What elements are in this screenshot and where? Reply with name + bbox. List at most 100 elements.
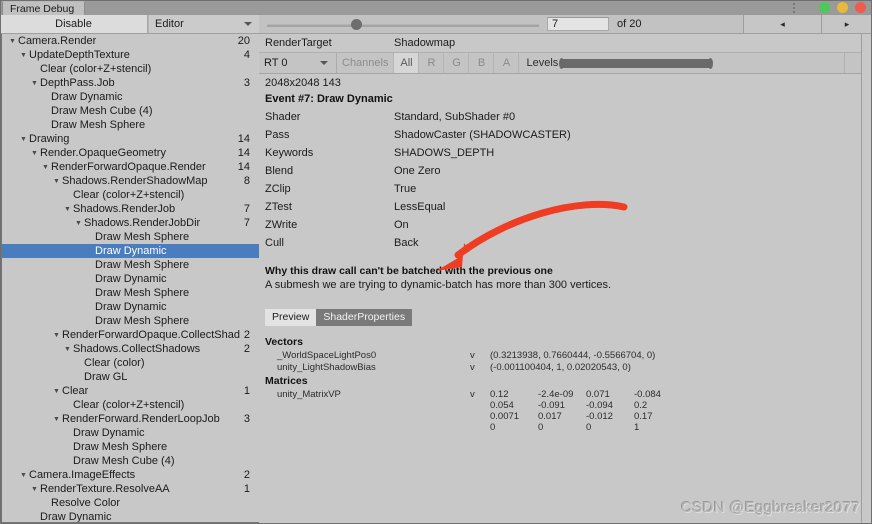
channel-button-all[interactable]: All	[394, 53, 420, 73]
event-slider[interactable]	[259, 15, 547, 33]
expander-triangle-icon[interactable]: ▼	[62, 342, 73, 357]
tree-row[interactable]: ▼ RenderForwardOpaque.CollectShad 2	[2, 328, 259, 342]
event-index-input[interactable]: 7	[547, 17, 609, 31]
window-close-button[interactable]	[855, 2, 866, 13]
tree-row[interactable]: ▼ Drawing 14	[2, 132, 259, 146]
tree-row-draw-count: 1	[243, 385, 250, 397]
window-minimize-button[interactable]	[837, 2, 848, 13]
tree-row[interactable]: Draw Mesh Cube (4)	[2, 104, 259, 118]
tree-row[interactable]: Clear (color+Z+stencil)	[2, 188, 259, 202]
event-property-value: ShadowCaster (SHADOWCASTER)	[394, 129, 571, 141]
vector-name: unity_LightShadowBias	[277, 362, 376, 373]
expander-triangle-icon[interactable]: ▼	[29, 146, 40, 161]
vector-value: (-0.001100404, 1, 0.02020543, 0)	[490, 362, 631, 373]
tree-row-draw-count: 8	[243, 175, 250, 187]
tree-row[interactable]: ▼ Shadows.RenderJobDir 7	[2, 216, 259, 230]
tree-row[interactable]: Draw Mesh Cube (4)	[2, 454, 259, 468]
expander-triangle-icon[interactable]: ▼	[51, 412, 62, 427]
tree-row[interactable]: Clear (color+Z+stencil)	[2, 398, 259, 412]
matrix-cell: 0	[586, 422, 592, 433]
matrix-cell: -0.084	[634, 389, 661, 400]
tree-row[interactable]: ▼ RenderTexture.ResolveAA 1	[2, 482, 259, 496]
tree-row[interactable]: Clear (color)	[2, 356, 259, 370]
expander-triangle-icon[interactable]: ▼	[73, 216, 84, 231]
window-traffic-lights	[819, 2, 866, 13]
tree-row[interactable]: Draw GL	[2, 370, 259, 384]
next-event-button[interactable]: ▸	[821, 15, 872, 33]
detail-tabs: Preview ShaderProperties	[265, 309, 413, 326]
expander-triangle-icon[interactable]: ▼	[51, 174, 62, 189]
channel-button-a[interactable]: A	[494, 53, 520, 73]
tree-row[interactable]: Draw Dynamic	[2, 510, 259, 523]
frame-events-tree[interactable]: ▼ Camera.Render 20 ▼ UpdateDepthTexture 4 Clea…	[0, 34, 259, 524]
event-property-value: Standard, SubShader #0	[394, 111, 516, 123]
tree-row[interactable]: Draw Dynamic	[2, 272, 259, 286]
matrix-cell: 0.071	[586, 389, 610, 400]
tree-row[interactable]: Draw Mesh Sphere	[2, 286, 259, 300]
expander-triangle-icon[interactable]: ▼	[18, 132, 29, 147]
matrix-cell: 1	[634, 422, 640, 433]
tree-row[interactable]: Draw Mesh Sphere	[2, 118, 259, 132]
event-property-row: Blend One Zero	[259, 162, 872, 180]
details-scrollbar[interactable]	[861, 34, 872, 524]
tree-row[interactable]: Clear (color+Z+stencil)	[2, 62, 259, 76]
expander-triangle-icon[interactable]: ▼	[18, 468, 29, 483]
event-property-key: ZWrite	[265, 219, 298, 231]
tree-row-draw-count: 3	[243, 77, 250, 89]
tree-row[interactable]: ▼ DepthPass.Job 3	[2, 76, 259, 90]
matrix-cell: 0.0071	[490, 411, 520, 422]
channel-button-g[interactable]: G	[444, 53, 470, 73]
window-tab-frame-debug[interactable]: Frame Debug	[2, 1, 86, 16]
tree-row[interactable]: ▼ UpdateDepthTexture 4	[2, 48, 259, 62]
expander-triangle-icon[interactable]: ▼	[29, 76, 40, 91]
disable-button[interactable]: Disable	[0, 15, 148, 33]
expander-triangle-icon[interactable]: ▼	[7, 34, 18, 49]
matrix-cell: 0.12	[490, 389, 509, 400]
tree-row-label: Draw Mesh Sphere	[95, 315, 190, 327]
event-property-row: Keywords SHADOWS_DEPTH	[259, 144, 872, 162]
channel-button-b[interactable]: B	[469, 53, 495, 73]
tree-row[interactable]: ▼ Camera.Render 20	[2, 34, 259, 48]
window-maximize-button[interactable]	[819, 2, 830, 13]
tree-row[interactable]: ▼ RenderForward.RenderLoopJob 3	[2, 412, 259, 426]
tree-row[interactable]: Draw Dynamic	[2, 90, 259, 104]
tree-row[interactable]: Resolve Color	[2, 496, 259, 510]
event-slider-knob[interactable]	[351, 19, 362, 30]
tree-row[interactable]: Draw Mesh Sphere	[2, 258, 259, 272]
prev-event-button[interactable]: ◂	[743, 15, 821, 33]
rt-select-dropdown[interactable]: RT 0	[259, 53, 337, 73]
tree-row[interactable]: Draw Mesh Sphere	[2, 440, 259, 454]
tree-row-label: Draw Dynamic	[40, 511, 112, 523]
window-menu-dots-icon[interactable]	[793, 3, 796, 13]
expander-triangle-icon[interactable]: ▼	[51, 384, 62, 399]
expander-triangle-icon[interactable]: ▼	[40, 160, 51, 175]
tree-row[interactable]: Draw Dynamic	[2, 244, 259, 258]
tab-shaderproperties[interactable]: ShaderProperties	[316, 309, 413, 326]
tree-row[interactable]: ▼ Shadows.CollectShadows 2	[2, 342, 259, 356]
channels-label: Channels	[337, 53, 395, 73]
tree-row[interactable]: Draw Dynamic	[2, 300, 259, 314]
channel-button-r[interactable]: R	[419, 53, 445, 73]
tree-row[interactable]: ▼ Shadows.RenderJob 7	[2, 202, 259, 216]
event-properties-list: Shader Standard, SubShader #0 Pass ShadowCa…	[259, 108, 872, 252]
expander-triangle-icon[interactable]: ▼	[29, 482, 40, 497]
tab-preview[interactable]: Preview	[265, 309, 317, 326]
event-property-value: One Zero	[394, 165, 441, 177]
render-target-dimensions: 2048x2048 143	[265, 77, 341, 89]
tree-row[interactable]: Draw Dynamic	[2, 426, 259, 440]
levels-control[interactable]: Levels	[519, 53, 872, 73]
tree-row[interactable]: Draw Mesh Sphere	[2, 314, 259, 328]
tree-row-draw-count: 1	[243, 483, 250, 495]
levels-range-slider[interactable]	[559, 57, 714, 69]
tree-row[interactable]: ▼ Render.OpaqueGeometry 14	[2, 146, 259, 160]
tree-row[interactable]: ▼ Camera.ImageEffects 2	[2, 468, 259, 482]
tree-row[interactable]: ▼ RenderForwardOpaque.Render 14	[2, 160, 259, 174]
target-dropdown[interactable]: Editor	[148, 15, 259, 33]
tree-row[interactable]: ▼ Clear 1	[2, 384, 259, 398]
expander-triangle-icon[interactable]: ▼	[18, 48, 29, 63]
tree-row[interactable]: Draw Mesh Sphere	[2, 230, 259, 244]
expander-triangle-icon[interactable]: ▼	[51, 328, 62, 343]
matrix-cell: -2.4e-09	[538, 389, 574, 400]
expander-triangle-icon[interactable]: ▼	[62, 202, 73, 217]
tree-row[interactable]: ▼ Shadows.RenderShadowMap 8	[2, 174, 259, 188]
